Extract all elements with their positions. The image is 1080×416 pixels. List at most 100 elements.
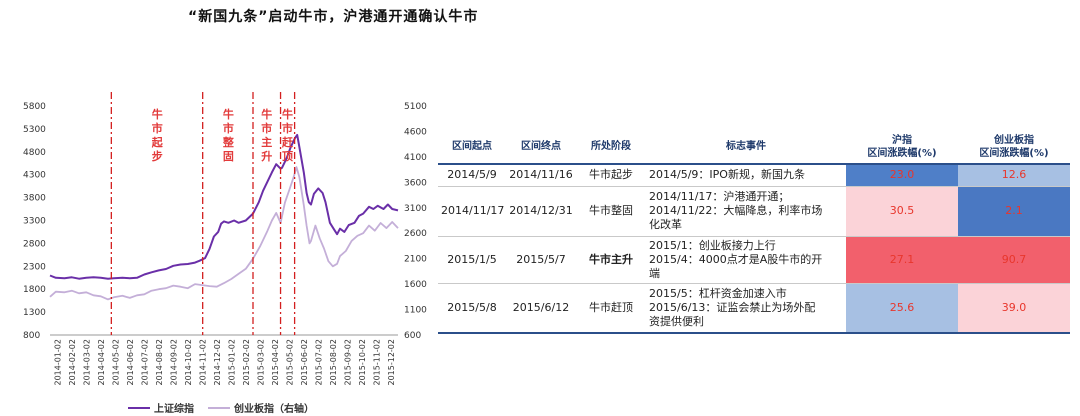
cell-stage: 牛市起步 [576, 164, 646, 187]
phase-label-char: 升 [261, 149, 272, 163]
phase-label-char: 牛 [282, 107, 293, 121]
cell-event: 2014/5/9：IPO新规，新国九条 [646, 164, 846, 187]
table-header-row: 区间起点 区间终点 所处阶段 标志事件 沪指 区间涨跌幅(%) 创业板指 区间涨… [438, 130, 1070, 165]
header-gem-line2: 区间涨跌幅(%) [979, 147, 1049, 159]
left-tick-label: 5300 [23, 125, 46, 135]
event-line: 2015/4：4000点才是A股牛市的开 [649, 252, 823, 266]
cell-event: 2015/5：杠杆资金加速入市 2015/6/13：证监会禁止为场外配 资提供便… [646, 283, 846, 334]
cell-event: 2015/1：创业板接力上行 2015/4：4000点才是A股牛市的开 端 [646, 236, 846, 284]
cell-event: 2014/11/17：沪港通开通； 2014/11/22：大幅降息，利率市场 化… [646, 186, 846, 237]
left-tick-label: 3800 [23, 194, 46, 204]
header-stage: 所处阶段 [576, 130, 646, 165]
right-tick-label: 4600 [404, 127, 427, 137]
x-tick-label: 2015-03-02 [256, 339, 265, 386]
phase-label-char: 整 [222, 135, 234, 149]
x-tick-label: 2014-08-02 [155, 339, 164, 386]
right-tick-label: 2100 [404, 255, 427, 265]
x-tick-label: 2014-03-02 [82, 339, 91, 386]
left-tick-label: 1800 [23, 285, 46, 295]
x-tick-label: 2015-11-02 [372, 339, 381, 386]
x-tick-label: 2015-07-02 [314, 339, 323, 386]
table-row: 2015/5/8 2015/6/12 牛市赶顶 2015/5：杠杆资金加速入市 … [438, 283, 1070, 334]
phase-label-char: 赶 [281, 135, 294, 149]
x-tick-label: 2014-07-02 [140, 339, 149, 386]
event-line: 2014/11/22：大幅降息，利率市场 [649, 204, 823, 217]
cell-stage: 牛市整固 [576, 186, 646, 237]
event-line: 2015/6/13：证监会禁止为场外配 [649, 300, 816, 314]
page-title: “新国九条”启动牛市，沪港通开通确认牛市 [188, 9, 479, 25]
left-tick-label: 3300 [23, 217, 46, 227]
cell-start: 2015/5/8 [438, 283, 506, 334]
cell-end: 2014/11/16 [506, 164, 576, 187]
phase-label-char: 牛 [261, 107, 272, 121]
cell-gem: 90.7 [958, 236, 1070, 284]
header-sh: 沪指 区间涨跌幅(%) [846, 130, 958, 165]
x-tick-label: 2014-12-02 [213, 339, 222, 386]
legend-label-gem: 创业板指（右轴） [234, 404, 314, 415]
header-gem: 创业板指 区间涨跌幅(%) [958, 130, 1070, 165]
series-line [49, 166, 399, 301]
header-end: 区间终点 [506, 130, 576, 165]
cell-end: 2015/5/7 [506, 236, 576, 284]
header-sh-line2: 区间涨跌幅(%) [867, 147, 937, 159]
x-tick-label: 2015-12-02 [387, 339, 396, 386]
header-gem-line1: 创业板指 [994, 134, 1034, 146]
left-tick-label: 4300 [23, 171, 46, 181]
x-tick-label: 2015-09-02 [343, 339, 352, 386]
left-tick-label: 800 [23, 331, 40, 341]
cell-end: 2014/12/31 [506, 186, 576, 237]
x-tick-label: 2014-01-02 [53, 339, 62, 386]
x-tick-label: 2015-01-02 [227, 339, 236, 386]
x-tick-label: 2015-05-02 [285, 339, 294, 386]
phase-label-char: 市 [152, 121, 163, 135]
right-tick-label: 2600 [404, 229, 427, 239]
event-line: 2014/5/9：IPO新规，新国九条 [649, 168, 805, 182]
legend-item-sh: 上证综指 [128, 400, 194, 415]
right-tick-label: 1100 [404, 306, 427, 316]
cell-start: 2014/11/17 [438, 186, 506, 237]
cell-gem: 2.1 [958, 186, 1070, 237]
x-tick-label: 2014-02-02 [68, 339, 77, 386]
event-line: 2014/11/17：沪港通开通； [649, 190, 790, 203]
legend-label-sh: 上证综指 [154, 404, 194, 415]
phase-label-char: 市 [261, 121, 272, 135]
cell-sh: 30.5 [846, 186, 958, 237]
event-line: 2015/5：杠杆资金加速入市 [649, 286, 787, 300]
event-line: 化改革 [649, 218, 682, 231]
table-row: 2014/11/17 2014/12/31 牛市整固 2014/11/17：沪港… [438, 186, 1070, 237]
right-tick-label: 1600 [404, 280, 427, 290]
header-sh-line1: 沪指 [892, 134, 912, 146]
event-line: 2015/1：创业板接力上行 [649, 238, 776, 252]
event-line: 资提供便利 [649, 314, 704, 328]
phase-markers: 牛市起步 牛市整固 牛市主升 牛市赶顶 [110, 92, 296, 335]
x-tick-label: 2014-05-02 [111, 339, 120, 386]
event-line: 端 [649, 266, 660, 280]
cell-stage: 牛市赶顶 [576, 283, 646, 334]
phase-label-char: 牛 [223, 107, 234, 121]
right-axis: 5100 4600 4100 3600 3100 2600 2100 1600 1100 600 [404, 102, 427, 341]
phase-label-char: 市 [223, 121, 234, 135]
chart-legend: 上证综指 创业板指（右轴） [128, 400, 328, 415]
phase-label-char: 固 [223, 150, 234, 163]
legend-swatch-sh [128, 406, 150, 409]
x-tick-label: 2014-04-02 [97, 339, 106, 386]
left-tick-label: 2800 [23, 239, 46, 249]
legend-swatch-gem [208, 406, 230, 409]
phase-label-char: 牛 [152, 107, 163, 121]
line-chart: 5800 5300 4800 4300 3800 3300 2800 2300 1800 1300… [23, 92, 427, 386]
x-tick-label: 2015-10-02 [358, 339, 367, 386]
x-tick-label: 2014-09-02 [169, 339, 178, 386]
x-tick-label: 2015-06-02 [300, 339, 309, 386]
phase-label-char: 顶 [282, 150, 293, 163]
x-tick-label: 2015-08-02 [329, 339, 338, 386]
left-tick-label: 5800 [23, 102, 46, 112]
left-axis: 5800 5300 4800 4300 3800 3300 2800 2300 1800 1300… [23, 102, 46, 341]
phase-label-char: 起 [151, 135, 164, 149]
header-start: 区间起点 [438, 130, 506, 165]
right-tick-label: 3100 [404, 204, 427, 214]
cell-start: 2014/5/9 [438, 164, 506, 187]
phase-table: 区间起点 区间终点 所处阶段 标志事件 沪指 区间涨跌幅(%) 创业板指 区间涨… [438, 130, 1070, 334]
x-tick-label: 2014-06-02 [126, 339, 135, 386]
left-tick-label: 1300 [23, 308, 46, 318]
right-tick-label: 5100 [404, 102, 427, 112]
